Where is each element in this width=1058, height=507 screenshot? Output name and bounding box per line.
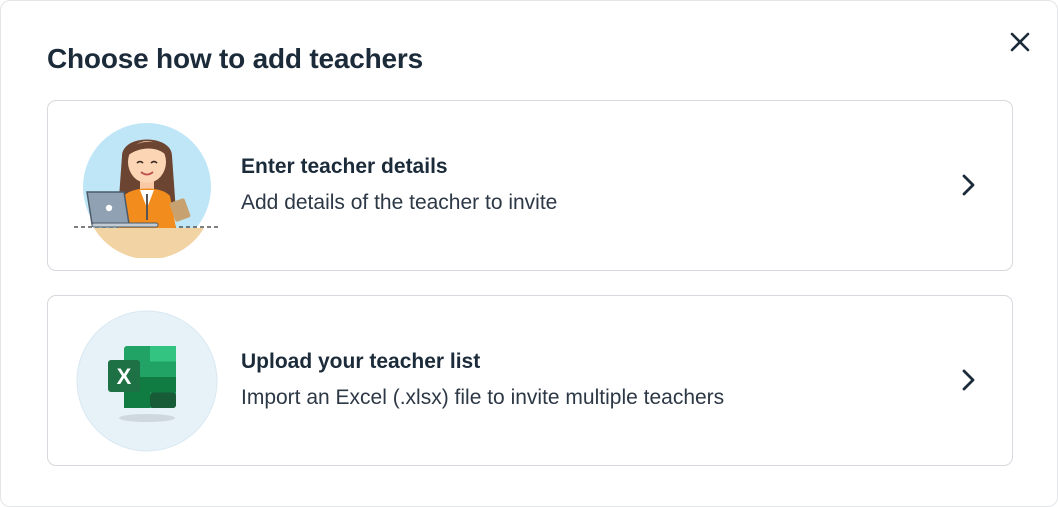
option-description: Add details of the teacher to invite <box>241 191 558 214</box>
enter-teacher-details-option[interactable]: Enter teacher details Add details of the… <box>47 100 1013 271</box>
dialog-title: Choose how to add teachers <box>47 43 423 74</box>
svg-text:X: X <box>117 364 132 389</box>
chevron-right-icon <box>962 369 975 391</box>
option-title: Enter teacher details <box>241 155 448 178</box>
option-title: Upload your teacher list <box>241 350 481 373</box>
option-description: Import an Excel (.xlsx) file to invite m… <box>241 386 725 409</box>
close-button[interactable] <box>1006 28 1034 56</box>
teacher-at-laptop-illustration <box>74 116 220 260</box>
close-icon <box>1010 32 1030 52</box>
add-teachers-dialog: Choose how to add teachers Enter teacher… <box>0 0 1058 507</box>
chevron-right-icon <box>962 174 975 196</box>
excel-file-illustration: X <box>74 310 220 452</box>
upload-teacher-list-option[interactable]: X Upload your teacher list Import an Exc… <box>47 295 1013 466</box>
